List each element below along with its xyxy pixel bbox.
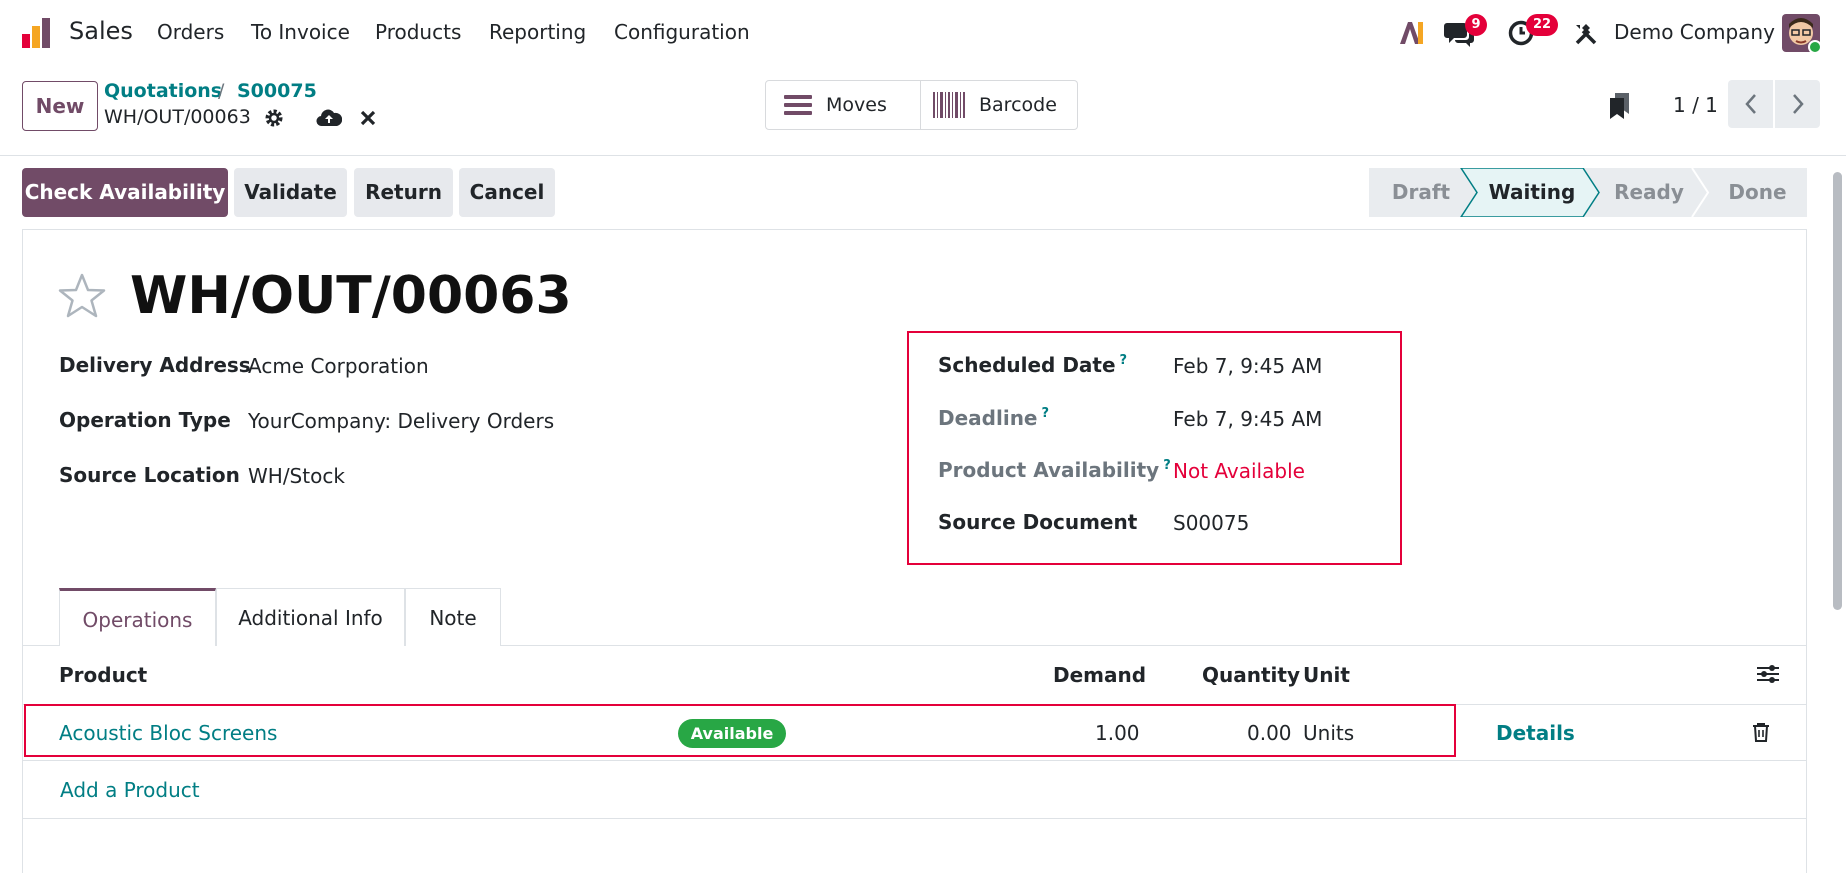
breadcrumb-separator: / <box>218 80 225 102</box>
highlight-box-row <box>24 704 1456 757</box>
delivery-address-value[interactable]: Acme Corporation <box>248 354 429 378</box>
column-header-unit[interactable]: Unit <box>1303 663 1350 687</box>
list-icon <box>784 94 812 116</box>
stage-done[interactable]: Done <box>1708 168 1807 217</box>
source-document-value[interactable]: S00075 <box>1173 511 1249 535</box>
operation-type-label: Operation Type <box>59 408 231 432</box>
breadcrumb-current-record: WH/OUT/00063 <box>104 106 251 128</box>
help-tooltip-icon[interactable]: ? <box>1042 406 1050 421</box>
moves-smart-button[interactable]: Moves <box>765 80 921 130</box>
tab-operations[interactable]: Operations <box>59 588 216 646</box>
moves-label: Moves <box>826 94 887 116</box>
return-button[interactable]: Return <box>354 168 453 217</box>
ai-icon[interactable] <box>1398 20 1426 46</box>
user-avatar[interactable] <box>1782 14 1822 54</box>
menu-orders[interactable]: Orders <box>157 20 224 44</box>
check-availability-button[interactable]: Check Availability <box>22 168 228 217</box>
bookmark-icon[interactable] <box>1608 92 1632 120</box>
record-title: WH/OUT/00063 <box>130 266 572 326</box>
scheduled-date-value[interactable]: Feb 7, 9:45 AM <box>1173 354 1322 378</box>
messages-count-badge: 9 <box>1465 14 1487 36</box>
column-header-product[interactable]: Product <box>59 663 147 687</box>
gear-icon[interactable] <box>264 108 284 128</box>
barcode-icon <box>933 92 965 118</box>
deadline-value[interactable]: Feb 7, 9:45 AM <box>1173 407 1322 431</box>
product-availability-value: Not Available <box>1173 459 1305 483</box>
barcode-label: Barcode <box>979 94 1057 116</box>
source-location-value[interactable]: WH/Stock <box>248 464 345 488</box>
pager-next-button[interactable] <box>1775 80 1820 128</box>
scheduled-date-label: Scheduled Date? <box>938 353 1128 377</box>
menu-to-invoice[interactable]: To Invoice <box>251 20 350 44</box>
row-details-button[interactable]: Details <box>1496 721 1575 745</box>
column-header-quantity[interactable]: Quantity <box>1202 663 1300 687</box>
tab-additional-info[interactable]: Additional Info <box>216 588 405 646</box>
page-scrollbar[interactable] <box>1833 172 1842 610</box>
save-cloud-icon[interactable] <box>316 108 343 128</box>
column-header-demand[interactable]: Demand <box>1053 663 1146 687</box>
product-availability-label: Product Availability? <box>938 458 1171 482</box>
add-line-divider <box>23 818 1806 819</box>
add-product-link[interactable]: Add a Product <box>60 778 200 802</box>
stage-draft[interactable]: Draft <box>1369 168 1473 217</box>
source-document-label: Source Document <box>938 510 1138 534</box>
delivery-address-label: Delivery Address <box>59 353 251 377</box>
cancel-button[interactable]: Cancel <box>459 168 555 217</box>
help-tooltip-icon[interactable]: ? <box>1163 458 1171 473</box>
menu-products[interactable]: Products <box>375 20 461 44</box>
source-location-label: Source Location <box>59 463 240 487</box>
sales-app-icon[interactable] <box>20 16 54 50</box>
deadline-label: Deadline? <box>938 406 1050 430</box>
pager-value[interactable]: 1 / 1 <box>1673 93 1718 117</box>
row-divider <box>23 760 1806 761</box>
top-navbar: Sales Orders To Invoice Products Reporti… <box>0 0 1846 66</box>
barcode-smart-button[interactable]: Barcode <box>921 80 1078 130</box>
company-switcher[interactable]: Demo Company <box>1614 20 1775 44</box>
help-tooltip-icon[interactable]: ? <box>1120 353 1128 368</box>
column-settings-icon[interactable] <box>1756 663 1780 685</box>
stage-waiting[interactable]: Waiting <box>1473 168 1591 217</box>
tab-note[interactable]: Note <box>405 588 501 646</box>
breadcrumb-order[interactable]: S00075 <box>237 80 317 102</box>
status-bar: Draft Waiting Ready Done <box>1369 168 1807 217</box>
app-brand[interactable]: Sales <box>69 17 133 45</box>
chevron-left-icon <box>1744 94 1756 114</box>
discard-icon[interactable] <box>359 109 377 127</box>
breadcrumb-quotations[interactable]: Quotations <box>104 80 222 102</box>
debug-tools-icon[interactable] <box>1574 22 1598 46</box>
menu-reporting[interactable]: Reporting <box>489 20 586 44</box>
stage-ready[interactable]: Ready <box>1599 168 1699 217</box>
star-icon[interactable] <box>57 272 107 320</box>
activities-count-badge: 22 <box>1526 14 1558 36</box>
operation-type-value[interactable]: YourCompany: Delivery Orders <box>248 409 554 433</box>
new-button[interactable]: New <box>22 81 98 131</box>
menu-configuration[interactable]: Configuration <box>614 20 750 44</box>
trash-icon[interactable] <box>1752 722 1770 742</box>
control-panel: New Quotations / S00075 WH/OUT/00063 Mov… <box>0 66 1846 156</box>
validate-button[interactable]: Validate <box>234 168 347 217</box>
pager-previous-button[interactable] <box>1728 80 1773 128</box>
chevron-right-icon <box>1792 94 1804 114</box>
